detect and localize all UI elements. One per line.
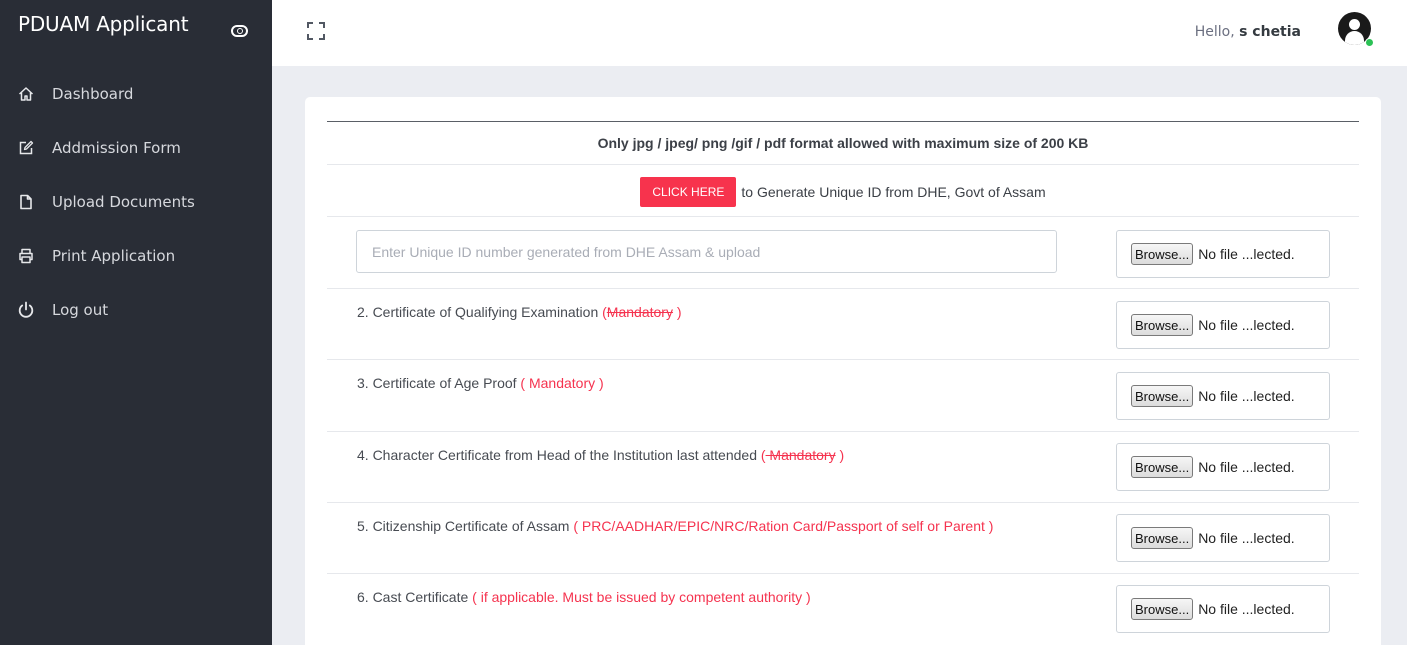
- top-bar: Hello, s chetia: [272, 0, 1407, 66]
- file-input-unique-id[interactable]: Browse... No file ...lected.: [1116, 230, 1330, 278]
- divider: [327, 164, 1359, 165]
- fullscreen-icon[interactable]: [307, 22, 325, 40]
- greeting-text: Hello,: [1194, 24, 1235, 40]
- sidebar-item-dashboard[interactable]: Dashboard: [0, 72, 272, 116]
- divider: [327, 502, 1359, 503]
- divider: [327, 121, 1359, 122]
- unique-id-input[interactable]: [356, 230, 1057, 273]
- sidebar-item-label: Dashboard: [52, 85, 134, 103]
- sidebar: PDUAM Applicant Dashboard Addmission For…: [0, 0, 272, 645]
- sidebar-item-label: Upload Documents: [52, 193, 195, 211]
- doc-label-qualifying-exam: 2. Certificate of Qualifying Examination…: [357, 304, 682, 320]
- upload-documents-card: Only jpg / jpeg/ png /gif / pdf format a…: [305, 97, 1381, 645]
- sidebar-toggle-icon[interactable]: [231, 25, 248, 37]
- sidebar-item-log-out[interactable]: Log out: [0, 288, 272, 332]
- file-status: No file ...lected.: [1198, 530, 1295, 546]
- browse-button[interactable]: Browse...: [1131, 598, 1194, 620]
- requirement-note: ( if applicable. Must be issued by compe…: [472, 589, 811, 605]
- divider: [327, 573, 1359, 574]
- browse-button[interactable]: Browse...: [1131, 385, 1194, 407]
- doc-label-cast-certificate: 6. Cast Certificate ( if applicable. Mus…: [357, 589, 811, 605]
- doc-label-age-proof: 3. Certificate of Age Proof ( Mandatory …: [357, 375, 604, 391]
- file-status: No file ...lected.: [1198, 388, 1295, 404]
- doc-label-text: 6. Cast Certificate: [357, 589, 473, 605]
- file-input-cast-certificate[interactable]: Browse... No file ...lected.: [1116, 585, 1330, 633]
- sidebar-item-upload-documents[interactable]: Upload Documents: [0, 180, 272, 224]
- file-input-character-certificate[interactable]: Browse... No file ...lected.: [1116, 443, 1330, 491]
- doc-label-character-certificate: 4. Character Certificate from Head of th…: [357, 447, 844, 463]
- online-status-icon: [1365, 38, 1374, 47]
- user-greeting: Hello, s chetia: [1195, 24, 1301, 40]
- file-status: No file ...lected.: [1198, 317, 1295, 333]
- sidebar-item-print-application[interactable]: Print Application: [0, 234, 272, 278]
- file-input-qualifying-exam[interactable]: Browse... No file ...lected.: [1116, 301, 1330, 349]
- sidebar-item-admission-form[interactable]: Addmission Form: [0, 126, 272, 170]
- app-title: PDUAM Applicant: [18, 12, 189, 36]
- file-input-age-proof[interactable]: Browse... No file ...lected.: [1116, 372, 1330, 420]
- file-icon: [16, 194, 36, 210]
- browse-button[interactable]: Browse...: [1131, 314, 1194, 336]
- doc-label-citizenship-certificate: 5. Citizenship Certificate of Assam ( PR…: [357, 518, 993, 534]
- requirement-note: ( Mandatory ): [520, 375, 604, 391]
- file-status: No file ...lected.: [1198, 246, 1295, 262]
- file-status: No file ...lected.: [1198, 459, 1295, 475]
- edit-icon: [16, 140, 36, 156]
- doc-label-text: 5. Citizenship Certificate of Assam: [357, 518, 574, 534]
- browse-button[interactable]: Browse...: [1131, 456, 1194, 478]
- generate-id-text: to Generate Unique ID from DHE, Govt of …: [741, 184, 1046, 200]
- printer-icon: [16, 248, 36, 264]
- generate-id-row: CLICK HERE to Generate Unique ID from DH…: [327, 177, 1359, 207]
- sidebar-item-label: Log out: [52, 301, 109, 319]
- doc-label-text: 4. Character Certificate from Head of th…: [357, 447, 761, 463]
- divider: [327, 359, 1359, 360]
- file-input-citizenship-certificate[interactable]: Browse... No file ...lected.: [1116, 514, 1330, 562]
- divider: [327, 216, 1359, 217]
- brand-header: PDUAM Applicant: [0, 0, 272, 60]
- requirement-note: ): [672, 304, 682, 320]
- power-icon: [16, 301, 36, 319]
- format-note: Only jpg / jpeg/ png /gif / pdf format a…: [597, 135, 1089, 151]
- requirement-note: Mandatory: [765, 447, 836, 463]
- click-here-button[interactable]: CLICK HERE: [640, 177, 737, 207]
- divider: [327, 288, 1359, 289]
- file-status: No file ...lected.: [1198, 601, 1295, 617]
- doc-label-text: 2. Certificate of Qualifying Examination: [357, 304, 603, 320]
- doc-label-text: 3. Certificate of Age Proof: [357, 375, 521, 391]
- home-icon: [16, 86, 36, 102]
- sidebar-item-label: Addmission Form: [52, 139, 181, 157]
- sidebar-item-label: Print Application: [52, 247, 176, 265]
- browse-button[interactable]: Browse...: [1131, 243, 1194, 265]
- browse-button[interactable]: Browse...: [1131, 527, 1194, 549]
- divider: [327, 431, 1359, 432]
- requirement-note: Mandatory: [606, 304, 673, 320]
- requirement-note: ): [835, 447, 845, 463]
- requirement-note: ( PRC/AADHAR/EPIC/NRC/Ration Card/Passpo…: [573, 518, 994, 534]
- user-name: s chetia: [1239, 24, 1301, 40]
